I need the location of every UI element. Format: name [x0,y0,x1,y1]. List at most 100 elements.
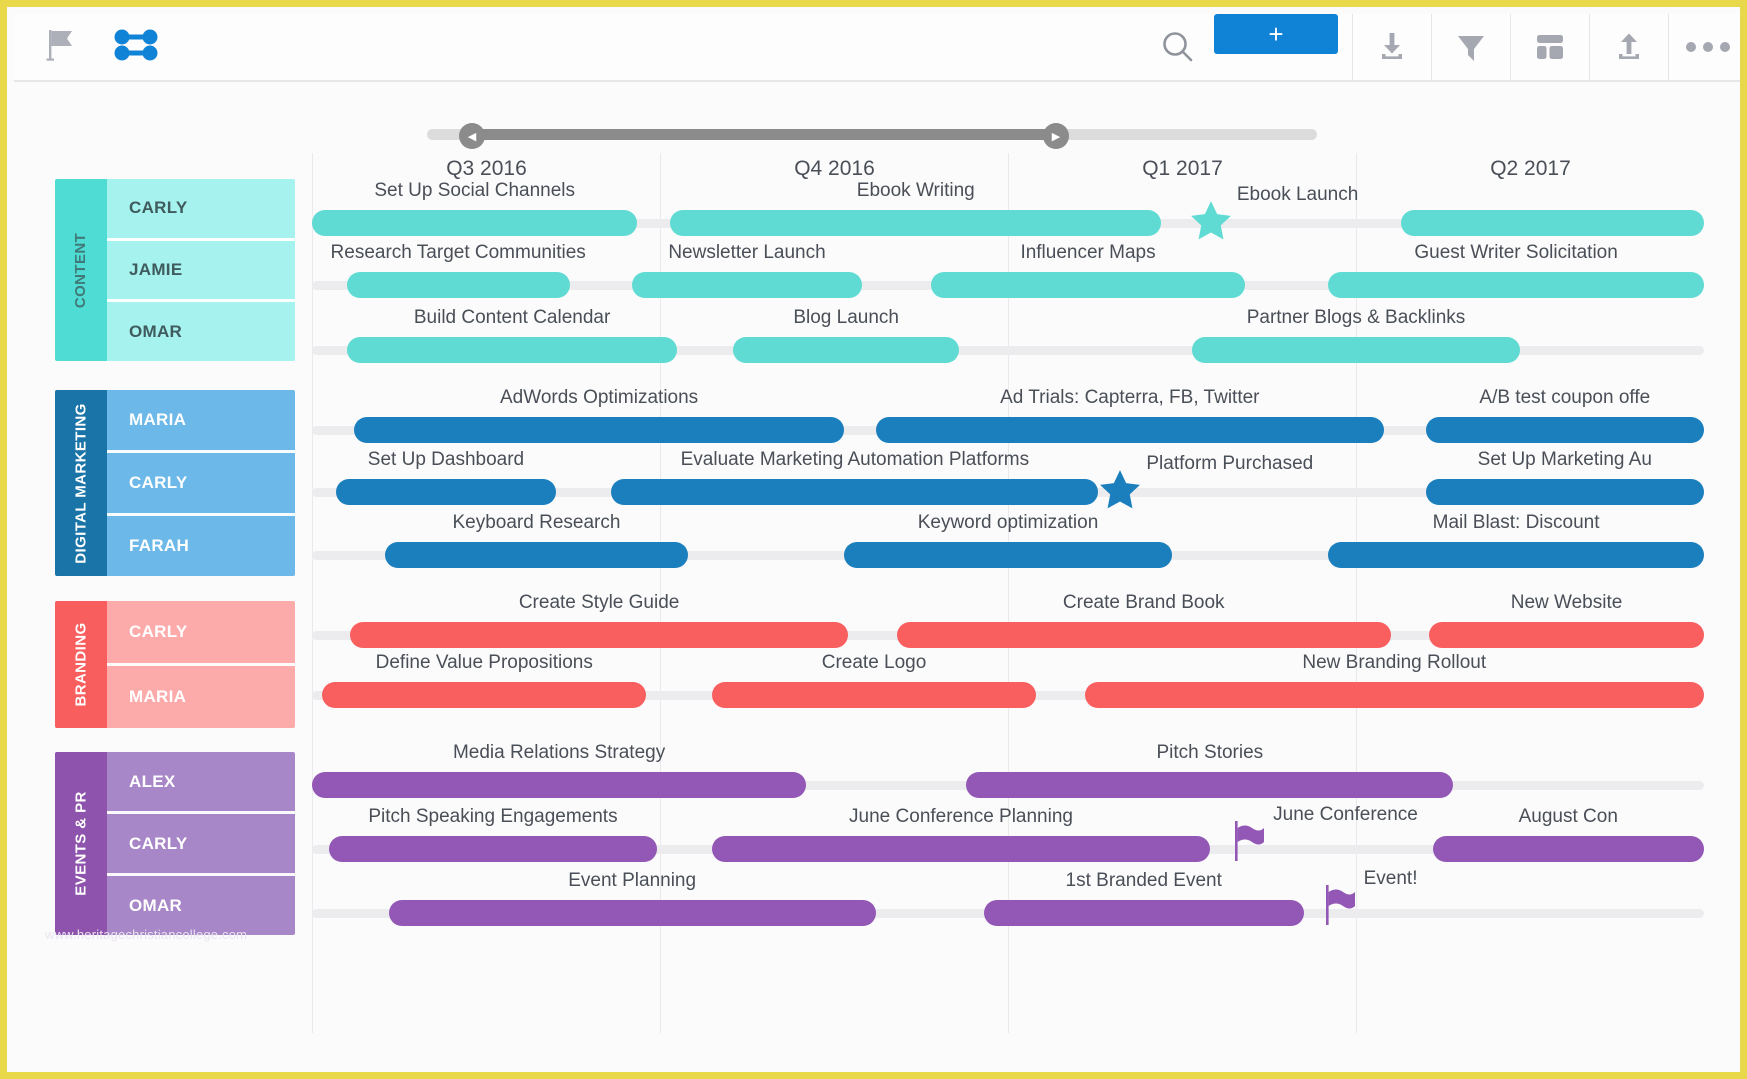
filter-icon[interactable] [1431,14,1510,80]
task-bar[interactable] [896,622,1391,648]
upload-icon[interactable] [1589,14,1668,80]
task-label: Partner Blogs & Backlinks [1246,307,1466,328]
task-bar[interactable] [322,682,647,708]
member-row-farah[interactable]: FARAH [107,516,295,576]
milestone-flag-icon[interactable] [1233,819,1267,863]
task-bar[interactable] [312,772,807,798]
team-spine-label: CONTENT [55,179,107,361]
task-label: Guest Writer Solicitation [1414,242,1618,263]
team-spine-label: BRANDING [55,601,107,728]
add-button[interactable]: + [1214,14,1338,54]
app-window: + ◀ ▶ Q3 2016 Q4 2016 Q1 2017 Q2 2017 CO… [0,0,1747,1079]
search-icon[interactable] [1142,14,1214,80]
task-bar[interactable] [931,272,1245,298]
task-label: Keyboard Research [452,512,621,533]
add-button-label: + [1268,18,1284,49]
task-bar[interactable] [353,417,845,443]
gantt-chart: Set Up Social Channels Ebook Writing Ebook… [312,153,1740,1043]
member-row-alex[interactable]: ALEX [107,752,295,814]
task-bar[interactable] [1429,622,1704,648]
task-bar[interactable] [712,682,1036,708]
team-member-list: MARIA CARLY FARAH [107,390,295,576]
top-toolbar: + [14,14,1740,82]
task-bar[interactable] [350,622,848,648]
team-name: EVENTS & PR [72,791,90,896]
team-block-events-pr[interactable]: EVENTS & PR ALEX CARLY OMAR [55,752,295,935]
task-bar[interactable] [346,337,678,363]
team-block-content[interactable]: CONTENT CARLY JAMIE OMAR [55,179,295,361]
task-label: Event Planning [568,870,697,891]
member-row-jamie[interactable]: JAMIE [107,241,295,303]
team-block-branding[interactable]: BRANDING CARLY MARIA [55,601,295,728]
member-row-carly[interactable]: CARLY [107,453,295,516]
task-label: Create Style Guide [518,592,680,613]
scrollbar-thumb[interactable] [471,129,1059,140]
task-bar[interactable] [1192,337,1520,363]
task-bar[interactable] [632,272,862,298]
member-row-carly[interactable]: CARLY [107,179,295,241]
task-label: Create Brand Book [1062,592,1225,613]
task-bar[interactable] [312,210,638,236]
team-name: CONTENT [72,232,90,308]
task-bar[interactable] [1425,479,1704,505]
task-bar[interactable] [1401,210,1704,236]
task-label: Research Target Communities [330,242,586,263]
task-bar[interactable] [966,772,1454,798]
scrollbar-handle-left[interactable]: ◀ [459,123,485,149]
task-bar[interactable] [733,337,960,363]
watermark: www.heritagechristiancollege.com [45,927,248,942]
scrollbar-right-arrow-icon: ▶ [1051,130,1061,143]
task-label: Create Logo [821,652,927,673]
task-bar[interactable] [875,417,1384,443]
task-bar[interactable] [611,479,1099,505]
task-label: Set Up Marketing Au [1477,449,1652,470]
task-bar[interactable] [346,272,570,298]
task-bar[interactable] [1432,836,1704,862]
task-bar[interactable] [336,479,556,505]
milestone-label: Event! [1363,868,1418,889]
milestone-flag-icon[interactable] [1324,883,1358,927]
task-label: Ad Trials: Capterra, FB, Twitter [1000,387,1260,408]
task-label: Define Value Propositions [375,652,593,673]
download-icon[interactable] [1352,14,1431,80]
task-label: Mail Blast: Discount [1432,512,1600,533]
member-row-carly[interactable]: CARLY [107,814,295,876]
task-bar[interactable] [983,900,1304,926]
task-label: Newsletter Launch [668,242,826,263]
gantt-links-icon[interactable] [110,25,162,70]
task-bar[interactable] [385,542,688,568]
task-label: June Conference Planning [849,806,1073,827]
task-bar[interactable] [1425,417,1704,443]
task-label: Build Content Calendar [413,307,611,328]
task-label: AdWords Optimizations [500,387,699,408]
task-bar[interactable] [1328,272,1704,298]
task-bar[interactable] [1328,542,1704,568]
scrollbar-left-arrow-icon: ◀ [467,130,477,143]
task-label: Blog Launch [793,307,899,328]
team-member-list: CARLY JAMIE OMAR [107,179,295,361]
member-row-omar[interactable]: OMAR [107,302,295,361]
team-block-digital-marketing[interactable]: DIGITAL MARKETING MARIA CARLY FARAH [55,390,295,576]
timeline-scrollbar[interactable]: ◀ ▶ [427,123,1317,149]
task-label: Set Up Social Channels [374,180,576,201]
milestone-label: June Conference [1273,804,1418,825]
flag-icon[interactable] [46,28,76,67]
scrollbar-handle-right[interactable]: ▶ [1043,123,1069,149]
member-row-maria[interactable]: MARIA [107,666,295,728]
task-bar[interactable] [329,836,657,862]
task-bar[interactable] [670,210,1162,236]
task-bar[interactable] [388,900,876,926]
dot [1703,42,1713,52]
task-label: August Con [1518,806,1618,827]
task-bar[interactable] [844,542,1172,568]
task-label: Media Relations Strategy [452,742,666,763]
member-row-maria[interactable]: MARIA [107,390,295,453]
member-row-carly[interactable]: CARLY [107,601,295,666]
task-label: Influencer Maps [1020,242,1156,263]
team-member-list: ALEX CARLY OMAR [107,752,295,935]
more-icon[interactable] [1668,14,1740,80]
task-bar[interactable] [1084,682,1704,708]
task-bar[interactable] [712,836,1210,862]
layout-icon[interactable] [1510,14,1589,80]
task-label: Keyword optimization [917,512,1099,533]
